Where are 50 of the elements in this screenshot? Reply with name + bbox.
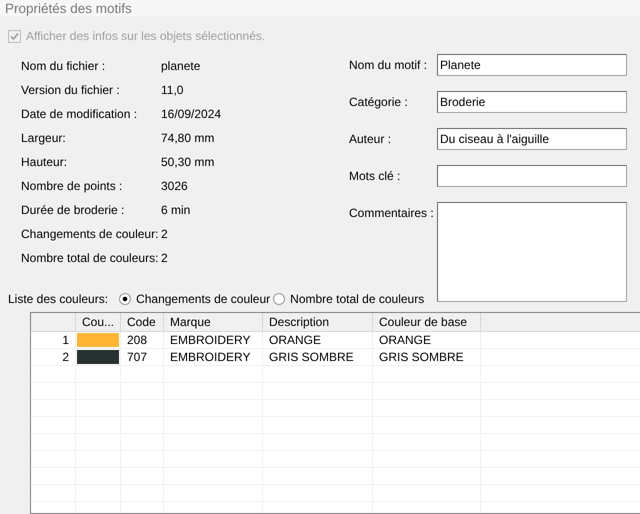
column-header[interactable]: Couleur de base [373, 313, 481, 331]
input-field[interactable]: Broderie [437, 91, 627, 113]
radio-button[interactable] [273, 293, 286, 305]
column-header[interactable]: Code [121, 313, 164, 331]
info-value: 2 [161, 250, 169, 267]
info-label: Largeur: [21, 130, 67, 147]
field-label: Catégorie : [349, 94, 409, 111]
checkbox-label: Afficher des infos sur les objets sélectionnés. [26, 29, 266, 43]
info-value: 50,30 mm [161, 154, 216, 171]
table-cell: GRIS SOMBRE [373, 349, 481, 365]
column-header[interactable]: Marque [164, 313, 263, 331]
info-value: planete [161, 58, 202, 75]
field-label: Auteur : [349, 131, 392, 148]
info-label: Durée de broderie : [21, 202, 126, 219]
table-cell: ORANGE [263, 332, 373, 348]
radio-button[interactable] [119, 293, 132, 305]
field-label: Mots clé : [349, 168, 402, 185]
info-label: Nombre de points : [21, 178, 124, 195]
radio-label: Nombre total de couleurs [290, 292, 424, 306]
info-value: 11,0 [161, 82, 184, 99]
info-label: Changements de couleur: [21, 226, 160, 243]
table-cell: GRIS SOMBRE [263, 349, 373, 365]
table-cell: 208 [121, 332, 164, 348]
input-field[interactable] [437, 165, 627, 187]
info-value: 16/09/2024 [161, 106, 222, 123]
color-list-label: Liste des couleurs: [8, 292, 108, 306]
input-field[interactable]: Du ciseau à l'aiguille [437, 128, 627, 150]
comments-field[interactable] [437, 202, 627, 302]
row-number: 1 [31, 332, 76, 348]
info-value: 74,80 mm [161, 130, 216, 147]
field-label: Nom du motif : [349, 57, 428, 74]
input-field[interactable]: Planete [437, 54, 627, 76]
table-cell: ORANGE [373, 332, 481, 348]
info-value: 3026 [161, 178, 189, 195]
info-value: 2 [161, 226, 169, 243]
panel-title: Propriétés des motifs [5, 0, 132, 16]
info-label: Hauteur: [21, 154, 68, 171]
info-label: Nom du fichier : [21, 58, 106, 75]
table-cell: EMBROIDERY [164, 332, 263, 348]
row-number: 2 [31, 349, 76, 365]
info-label: Version du fichier : [21, 82, 121, 99]
column-header[interactable]: Cou... [76, 313, 121, 331]
column-header[interactable]: Description [263, 313, 373, 331]
info-label: Date de modification : [21, 106, 138, 123]
table-cell: EMBROIDERY [164, 349, 263, 365]
info-value: 6 min [161, 202, 192, 219]
table-cell: 707 [121, 349, 164, 365]
field-label: Commentaires : [349, 205, 435, 222]
radio-label: Changements de couleur [136, 292, 270, 306]
info-label: Nombre total de couleurs: [21, 250, 160, 267]
